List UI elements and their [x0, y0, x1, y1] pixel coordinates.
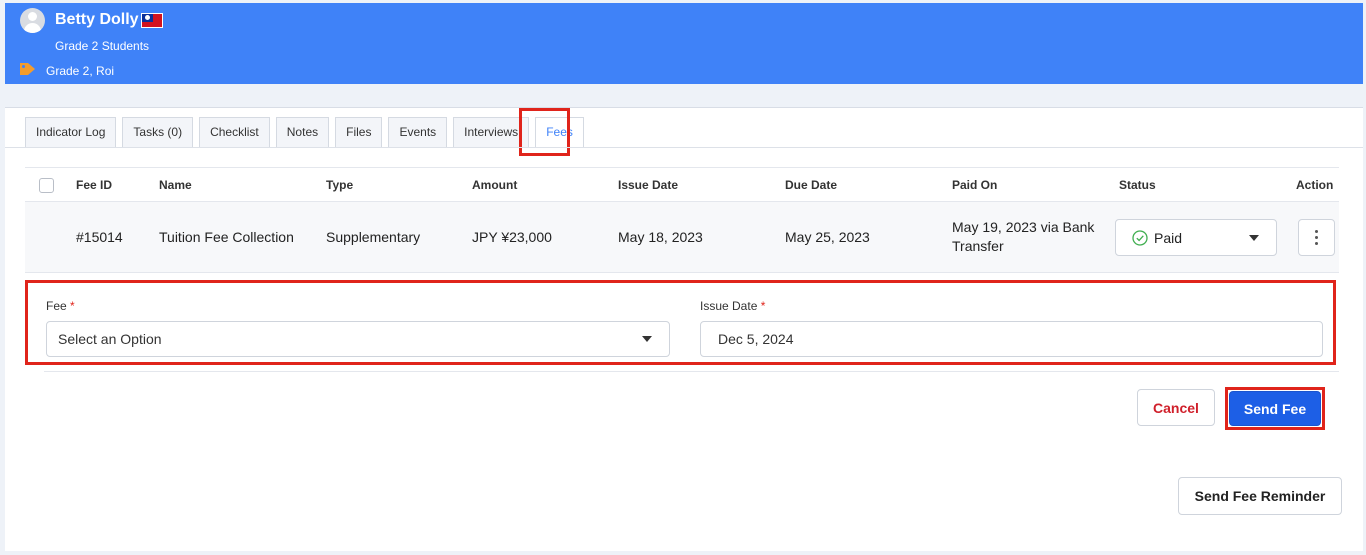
status-value: Paid	[1154, 229, 1183, 246]
fees-tab-highlight	[519, 108, 570, 156]
fee-label: Fee *	[46, 299, 75, 313]
fee-select-placeholder: Select an Option	[58, 331, 162, 347]
tag-icon	[20, 63, 35, 75]
col-fee-id: Fee ID	[76, 177, 113, 192]
taiwan-flag-icon	[141, 13, 163, 28]
tab-divider	[5, 147, 1363, 148]
col-name: Name	[159, 177, 192, 192]
col-action: Action	[1296, 177, 1334, 192]
student-header: Betty Dolly Grade 2 Students Grade 2, Ro…	[5, 3, 1363, 84]
tab-checklist[interactable]: Checklist	[199, 117, 270, 147]
row-type: Supplementary	[326, 229, 421, 245]
student-name[interactable]: Betty Dolly	[55, 11, 139, 29]
cancel-button[interactable]: Cancel	[1137, 389, 1215, 426]
send-fee-button[interactable]: Send Fee	[1229, 391, 1321, 426]
tab-tasks[interactable]: Tasks (0)	[122, 117, 194, 147]
issue-date-value: Dec 5, 2024	[718, 331, 794, 347]
issue-date-label: Issue Date *	[700, 299, 766, 313]
tab-notes[interactable]: Notes	[275, 117, 330, 147]
col-type: Type	[326, 177, 354, 192]
tab-events[interactable]: Events	[388, 117, 448, 147]
row-paid-on-cell: May 19, 2023 via Bank Transfer	[952, 202, 1112, 272]
col-issue-date: Issue Date	[618, 177, 679, 192]
table-header: Fee ID Name Type Amount Issue Date Due D…	[25, 167, 1339, 202]
check-circle-icon	[1132, 229, 1148, 246]
col-paid-on: Paid On	[952, 177, 998, 192]
tab-interviews[interactable]: Interviews	[453, 117, 530, 147]
send-fee-reminder-button[interactable]: Send Fee Reminder	[1178, 477, 1342, 515]
tab-bar: Indicator Log Tasks (0) Checklist Notes …	[25, 117, 590, 147]
table-row: #15014 Tuition Fee Collection Supplement…	[25, 202, 1339, 273]
row-paid-on: May 19, 2023 via Bank Transfer	[952, 219, 1095, 254]
row-name: Tuition Fee Collection	[159, 229, 294, 245]
caret-down-icon	[642, 336, 652, 342]
student-grade: Grade 2 Students	[55, 39, 150, 53]
caret-down-icon	[1249, 235, 1259, 241]
form-divider	[44, 371, 1339, 372]
kebab-menu-icon[interactable]	[1298, 219, 1335, 256]
col-status: Status	[1119, 177, 1156, 192]
row-amount: JPY ¥23,000	[472, 229, 552, 245]
row-issue-date: May 18, 2023	[618, 229, 703, 245]
row-due-date: May 25, 2023	[785, 229, 870, 245]
issue-date-input[interactable]: Dec 5, 2024	[700, 321, 1323, 357]
fee-select[interactable]: Select an Option	[46, 321, 670, 357]
avatar-icon[interactable]	[20, 8, 45, 33]
status-dropdown[interactable]: Paid	[1115, 219, 1277, 256]
add-fee-form: Fee * Select an Option Issue Date * Dec …	[25, 280, 1336, 365]
col-due-date: Due Date	[785, 177, 838, 192]
student-tags: Grade 2, Roi	[46, 64, 115, 78]
select-all-checkbox[interactable]	[39, 178, 54, 193]
tab-files[interactable]: Files	[335, 117, 383, 147]
row-fee-id: #15014	[76, 229, 123, 245]
fees-panel: Indicator Log Tasks (0) Checklist Notes …	[5, 107, 1363, 551]
col-amount: Amount	[472, 177, 518, 192]
tab-indicator-log[interactable]: Indicator Log	[25, 117, 117, 147]
